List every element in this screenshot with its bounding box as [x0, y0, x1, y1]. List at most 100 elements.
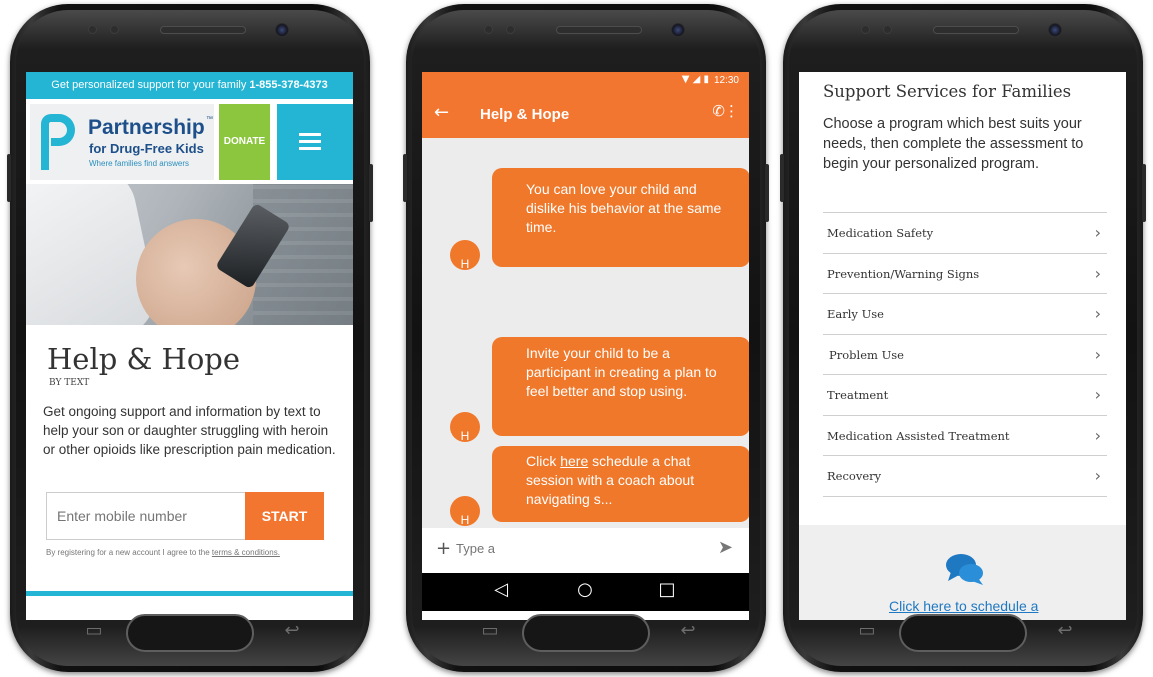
recent-apps-icon[interactable]: ▭ [82, 620, 106, 642]
program-label: Prevention/Warning Signs [827, 266, 980, 281]
home-button[interactable] [899, 614, 1027, 652]
intro-text: Choose a program which best suits your n… [823, 116, 1084, 172]
message-bubble: You can love your child and dislike his … [492, 168, 749, 267]
intro-text: Get ongoing support and information by t… [43, 404, 336, 457]
volume-button [7, 154, 11, 202]
hardware-nav-row: ▭ ↩ [10, 612, 370, 654]
chat-bubbles-icon [946, 554, 983, 585]
message-list[interactable]: H You can love your child and dislike hi… [422, 138, 749, 528]
volume-button [403, 154, 407, 202]
coach-avatar: H [450, 496, 480, 526]
screen-help-hope-web: Get personalized support for your family… [26, 72, 353, 620]
page-title: Support Services for Families [823, 82, 1072, 101]
power-button [765, 164, 769, 222]
chevron-right-icon: › [1094, 223, 1101, 242]
hardware-nav-row: ▭ ↩ [406, 612, 766, 654]
back-arrow-icon[interactable]: ← [434, 102, 449, 123]
program-label: Medication Assisted Treatment [827, 428, 1010, 443]
add-attachment-icon[interactable]: + [436, 538, 451, 559]
recent-apps-icon[interactable]: ▭ [855, 620, 879, 642]
logo-tagline: Where families find answers [89, 159, 190, 168]
earpiece-speaker [556, 26, 642, 34]
program-label: Problem Use [829, 347, 904, 362]
program-item-medication-safety[interactable]: Medication Safety › [823, 213, 1107, 254]
chevron-right-icon: › [1094, 466, 1101, 485]
chat-title: Help & Hope [480, 106, 570, 123]
page-title: Help & Hope [47, 342, 241, 376]
light-sensor [110, 25, 119, 34]
footer-divider [26, 591, 353, 596]
program-item-mat[interactable]: Medication Assisted Treatment › [823, 416, 1107, 456]
proximity-sensor [484, 25, 493, 34]
back-icon[interactable]: ↩ [676, 620, 700, 642]
recent-apps-icon[interactable]: ▭ [478, 620, 502, 642]
program-label: Early Use [827, 307, 884, 321]
terms-link[interactable]: terms & conditions. [212, 548, 280, 557]
nav-back-icon[interactable]: ◁ [486, 579, 516, 600]
phone-frame-2: ▼ ◢ ▮ 12:30 ← Help & Hope ✆ ⋮ H You can … [403, 4, 769, 672]
phone-frame-1: Get personalized support for your family… [7, 4, 373, 672]
light-sensor [883, 25, 892, 34]
support-phone-number[interactable]: 1-855-378-4373 [249, 79, 327, 91]
coach-avatar: H [450, 412, 480, 442]
partnership-logo[interactable]: Partnership ™ for Drug-Free Kids Where f… [30, 104, 214, 180]
power-button [1142, 164, 1146, 222]
chat-app-bar: ← Help & Hope ✆ ⋮ [422, 90, 749, 138]
send-icon[interactable]: ➤ [718, 537, 733, 558]
page-subtitle: BY TEXT [49, 378, 90, 388]
start-button[interactable]: START [245, 492, 324, 540]
message-input[interactable] [456, 541, 696, 556]
program-label: Treatment [827, 388, 889, 402]
program-item-recovery[interactable]: Recovery › [823, 456, 1107, 497]
logo-title: Partnership [88, 116, 205, 139]
chevron-right-icon: › [1094, 304, 1101, 323]
signal-battery-icon: ▼ ◢ ▮ [681, 74, 709, 85]
front-camera [1048, 23, 1062, 37]
chevron-right-icon: › [1094, 385, 1101, 404]
message-text: Invite your child to be a participant in… [526, 345, 717, 399]
home-button[interactable] [126, 614, 254, 652]
system-nav-bar: ◁ ○ □ [422, 573, 749, 611]
program-list: Medication Safety › Prevention/Warning S… [823, 212, 1107, 497]
nav-home-icon[interactable]: ○ [570, 579, 600, 600]
front-camera [671, 23, 685, 37]
nav-recents-icon[interactable]: □ [652, 579, 682, 600]
message-text: You can love your child and dislike his … [526, 181, 722, 235]
proximity-sensor [88, 25, 97, 34]
support-banner[interactable]: Get personalized support for your family… [26, 72, 353, 99]
proximity-sensor [861, 25, 870, 34]
hero-image [26, 184, 353, 325]
back-icon[interactable]: ↩ [1053, 620, 1077, 642]
program-item-problem-use[interactable]: Problem Use › [823, 335, 1107, 375]
more-options-icon[interactable]: ⋮ [724, 102, 739, 120]
program-item-early-use[interactable]: Early Use › [823, 294, 1107, 335]
hardware-nav-row: ▭ ↩ [783, 612, 1143, 654]
message-prefix: Click [526, 453, 557, 469]
donate-button[interactable]: DONATE [219, 104, 270, 180]
hamburger-menu-icon[interactable] [277, 104, 353, 180]
program-item-treatment[interactable]: Treatment › [823, 375, 1107, 416]
program-item-prevention[interactable]: Prevention/Warning Signs › [823, 254, 1107, 294]
screen-support-services: Support Services for Families Choose a p… [799, 72, 1126, 620]
back-icon[interactable]: ↩ [280, 620, 304, 642]
terms-prefix: By registering for a new account I agree… [46, 548, 210, 557]
message-bubble: Click here schedule a chat session with … [492, 446, 749, 522]
message-bubble: Invite your child to be a participant in… [492, 337, 749, 436]
partnership-p-icon [41, 114, 75, 170]
chevron-right-icon: › [1094, 263, 1101, 283]
brand-header: Partnership ™ for Drug-Free Kids Where f… [26, 104, 353, 184]
logo-subtitle: for Drug-Free Kids [89, 141, 204, 156]
earpiece-speaker [160, 26, 246, 34]
home-button[interactable] [522, 614, 650, 652]
coach-avatar: H [450, 240, 480, 270]
compose-bar: + ➤ [422, 528, 749, 573]
schedule-here-link[interactable]: here [560, 453, 588, 469]
schedule-footer: Click here to schedule a [799, 525, 1126, 620]
light-sensor [506, 25, 515, 34]
logo-tm: ™ [206, 116, 213, 123]
status-bar: ▼ ◢ ▮ 12:30 [422, 72, 749, 90]
status-time: 12:30 [713, 75, 739, 86]
mobile-number-input[interactable] [46, 492, 245, 540]
screen-chat: ▼ ◢ ▮ 12:30 ← Help & Hope ✆ ⋮ H You can … [422, 72, 749, 620]
power-button [369, 164, 373, 222]
